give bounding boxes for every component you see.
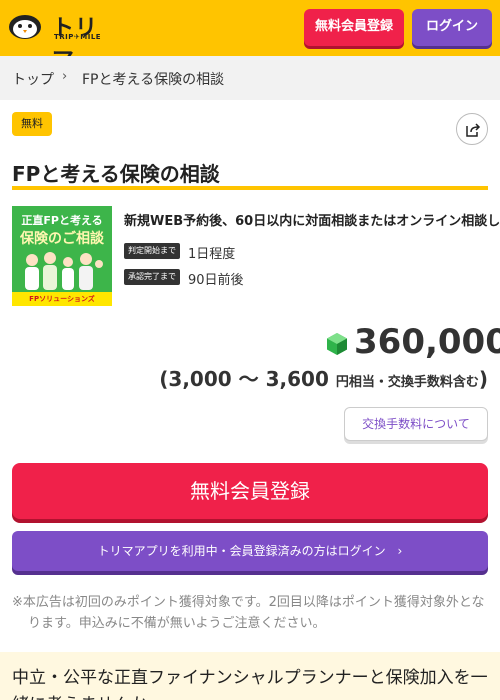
offer-title: FPと考える保険の相談 xyxy=(12,162,220,186)
chevron-right-icon: › xyxy=(62,69,68,84)
share-icon xyxy=(466,123,481,137)
range-close: ) xyxy=(478,367,488,391)
tag-approval: 承認完了まで xyxy=(124,269,180,285)
title-underline xyxy=(12,186,488,190)
breadcrumb: トップ › FPと考える保険の相談 xyxy=(0,56,500,100)
register-button[interactable]: 無料会員登録 xyxy=(12,463,488,519)
tag-approval-value: 90日前後 xyxy=(188,273,244,288)
range-separator: 〜 xyxy=(238,367,259,391)
mascot-icon xyxy=(9,15,41,39)
free-badge: 無料 xyxy=(12,112,52,136)
breadcrumb-home-link[interactable]: トップ xyxy=(12,69,54,89)
chevron-right-icon: › xyxy=(397,544,403,558)
trima-logo[interactable]: トリマ TRIP✈MILE xyxy=(8,12,108,73)
promo-section: 中立・公平な正直ファイナンシャルプランナーと保険加入を一緒に考えませんか xyxy=(0,652,500,700)
thumbnail-brand: FPソリューションズ xyxy=(12,292,112,306)
exchange-fee-button[interactable]: 交換手数料について xyxy=(344,407,488,441)
header-register-button[interactable]: 無料会員登録 xyxy=(304,9,404,46)
thumbnail-line-2: 保険のご相談 xyxy=(20,231,104,247)
points-yen-range: (3,000 〜 3,600 円相当・交換手数料含む) xyxy=(159,363,488,392)
gem-icon xyxy=(327,333,347,355)
share-button[interactable] xyxy=(456,113,488,145)
promo-text: 中立・公平な正直ファイナンシャルプランナーと保険加入を一緒に考えませんか xyxy=(12,668,488,700)
offer-description: 新規WEB予約後、60日以内に対面相談またはオンライン相談し、 xyxy=(124,214,500,229)
range-min: 3,000 xyxy=(168,367,232,391)
notice-text: ※本広告は初回のみポイント獲得対象です。2回目以降はポイント獲得対象外となります… xyxy=(12,595,485,631)
site-header: トリマ TRIP✈MILE 無料会員登録 ログイン xyxy=(0,0,500,73)
login-button-label: トリマアプリを利用中・会員登録済みの方はログイン xyxy=(97,544,386,558)
range-suffix: 円相当・交換手数料含む xyxy=(335,375,479,390)
tag-judgement-value: 1日程度 xyxy=(188,247,236,262)
people-illustration xyxy=(25,252,103,290)
breadcrumb-current: FPと考える保険の相談 xyxy=(82,72,225,88)
range-max: 3,600 xyxy=(265,367,329,391)
tag-judgement: 判定開始まで xyxy=(124,243,180,259)
points-amount: 360,000 xyxy=(354,322,500,362)
header-login-button[interactable]: ログイン xyxy=(412,9,492,46)
login-button[interactable]: トリマアプリを利用中・会員登録済みの方はログイン › xyxy=(12,531,488,571)
offer-thumbnail: 正直FPと考える 保険のご相談 FPソリューションズ xyxy=(12,206,112,306)
thumbnail-line-1: 正直FPと考える xyxy=(21,214,103,227)
logo-subtext: TRIP✈MILE xyxy=(54,33,102,41)
